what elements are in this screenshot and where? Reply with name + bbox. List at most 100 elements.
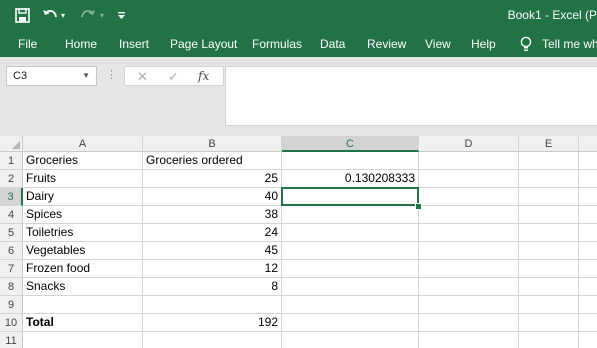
fill-handle[interactable] [415,203,422,210]
tab-view[interactable]: View [425,37,451,51]
cell-e6[interactable] [519,242,579,260]
cell-a2[interactable]: Fruits [23,170,143,188]
cell-a10[interactable]: Total [23,314,143,332]
tab-data[interactable]: Data [320,37,345,51]
cell-b7[interactable]: 12 [143,260,282,278]
cell-c11[interactable] [282,332,419,348]
cell-f5[interactable] [579,224,597,242]
cell-b3[interactable]: 40 [143,188,282,206]
name-box[interactable]: C3 ▼ [6,66,97,86]
row-header-4[interactable]: 4 [0,206,23,224]
cell-f2[interactable] [579,170,597,188]
row-header-10[interactable]: 10 [0,314,23,332]
cell-c5[interactable] [282,224,419,242]
cell-e8[interactable] [519,278,579,296]
cell-e2[interactable] [519,170,579,188]
select-all-corner[interactable] [0,136,23,152]
tab-insert[interactable]: Insert [119,37,149,51]
column-header-a[interactable]: A [23,136,143,152]
cell-b10[interactable]: 192 [143,314,282,332]
undo-dropdown-icon[interactable]: ▾ [59,6,67,24]
cell-f3[interactable] [579,188,597,206]
cell-e4[interactable] [519,206,579,224]
column-header-c[interactable]: C [282,136,419,152]
undo-icon[interactable] [42,6,58,24]
cell-d7[interactable] [419,260,519,278]
cell-a6[interactable]: Vegetables [23,242,143,260]
cell-c8[interactable] [282,278,419,296]
redo-dropdown-icon[interactable]: ▾ [98,6,106,24]
cell-a5[interactable]: Toiletries [23,224,143,242]
cell-b6[interactable]: 45 [143,242,282,260]
more-options-icon[interactable]: ⋮ [106,68,117,81]
column-header-partial[interactable] [579,136,597,152]
cell-d10[interactable] [419,314,519,332]
tab-formulas[interactable]: Formulas [252,37,302,51]
cell-f6[interactable] [579,242,597,260]
enter-icon[interactable]: ✓ [168,69,179,85]
cell-f4[interactable] [579,206,597,224]
cell-b2[interactable]: 25 [143,170,282,188]
cell-c6[interactable] [282,242,419,260]
cell-e3[interactable] [519,188,579,206]
cell-d3[interactable] [419,188,519,206]
row-header-7[interactable]: 7 [0,260,23,278]
cell-d5[interactable] [419,224,519,242]
cell-f7[interactable] [579,260,597,278]
cell-c2[interactable]: 0.130208333 [282,170,419,188]
redo-icon[interactable] [80,6,96,24]
cell-d8[interactable] [419,278,519,296]
row-header-6[interactable]: 6 [0,242,23,260]
column-header-d[interactable]: D [419,136,519,152]
cell-f8[interactable] [579,278,597,296]
cell-b9[interactable] [143,296,282,314]
row-header-8[interactable]: 8 [0,278,23,296]
cell-a4[interactable]: Spices [23,206,143,224]
tab-help[interactable]: Help [471,37,496,51]
cell-f11[interactable] [579,332,597,348]
cancel-icon[interactable]: ✕ [137,69,148,85]
cell-a1[interactable]: Groceries [23,152,143,170]
cell-b5[interactable]: 24 [143,224,282,242]
row-header-9[interactable]: 9 [0,296,23,314]
tab-review[interactable]: Review [367,37,406,51]
cell-e9[interactable] [519,296,579,314]
cell-d11[interactable] [419,332,519,348]
cell-f1[interactable] [579,152,597,170]
cell-a3[interactable]: Dairy [23,188,143,206]
tab-page-layout[interactable]: Page Layout [170,37,237,51]
row-header-5[interactable]: 5 [0,224,23,242]
cell-e7[interactable] [519,260,579,278]
cell-d4[interactable] [419,206,519,224]
tell-me-search[interactable]: Tell me wha [542,37,597,51]
cell-c3[interactable] [282,188,419,206]
cell-a7[interactable]: Frozen food [23,260,143,278]
cell-d9[interactable] [419,296,519,314]
cell-f10[interactable] [579,314,597,332]
lightbulb-icon[interactable] [519,36,533,52]
cell-d6[interactable] [419,242,519,260]
chevron-down-icon[interactable]: ▼ [82,71,90,80]
save-icon[interactable] [14,6,30,24]
cell-b4[interactable]: 38 [143,206,282,224]
cell-f9[interactable] [579,296,597,314]
cell-e5[interactable] [519,224,579,242]
cell-e1[interactable] [519,152,579,170]
cell-e10[interactable] [519,314,579,332]
cell-c4[interactable] [282,206,419,224]
cell-e11[interactable] [519,332,579,348]
cell-a8[interactable]: Snacks [23,278,143,296]
cell-d2[interactable] [419,170,519,188]
cell-a9[interactable] [23,296,143,314]
cell-c7[interactable] [282,260,419,278]
cell-c9[interactable] [282,296,419,314]
column-header-e[interactable]: E [519,136,579,152]
insert-function-icon[interactable]: fx [198,69,209,83]
cell-c1[interactable] [282,152,419,170]
customize-quick-access-icon[interactable] [116,6,126,24]
row-header-3[interactable]: 3 [0,188,23,206]
cell-b11[interactable] [143,332,282,348]
cell-c10[interactable] [282,314,419,332]
tab-home[interactable]: Home [65,37,97,51]
cell-b1[interactable]: Groceries ordered [143,152,282,170]
